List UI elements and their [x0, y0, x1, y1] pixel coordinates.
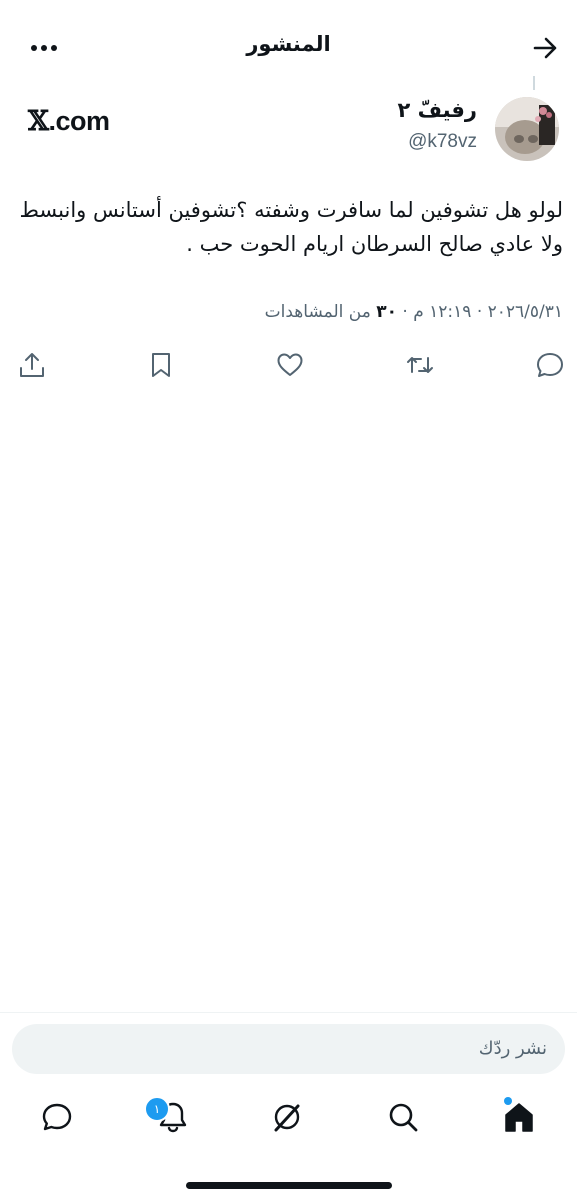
page-title: المنشور — [246, 32, 331, 56]
views-label[interactable]: من المشاهدات — [265, 302, 371, 322]
more-options-icon[interactable] — [26, 34, 62, 62]
thread-connector — [533, 76, 535, 90]
meta-separator: · — [402, 302, 408, 322]
search-icon[interactable] — [386, 1100, 422, 1136]
views-count: ٣٠ — [376, 302, 397, 322]
meta-separator: · — [476, 302, 483, 322]
composer-divider — [0, 1012, 577, 1013]
post-date: ٢٠٢٦/٥/٣١ — [487, 302, 563, 322]
post-meta: ٢٠٢٦/٥/٣١ · ١٢:١٩ م · ٣٠ من المشاهدات — [265, 302, 563, 322]
retweet-icon[interactable] — [405, 350, 435, 380]
reply-placeholder: نشر ردّك — [478, 1038, 547, 1059]
grok-icon[interactable] — [270, 1100, 306, 1136]
home-indicator[interactable] — [186, 1182, 392, 1189]
share-icon[interactable] — [17, 350, 47, 380]
like-icon[interactable] — [275, 350, 305, 380]
home-icon[interactable] — [502, 1100, 538, 1136]
messages-icon[interactable] — [40, 1100, 76, 1136]
bookmark-icon[interactable] — [146, 350, 176, 380]
x-com-watermark: 𝕏.com — [28, 106, 110, 137]
author-handle[interactable]: @k78vz — [408, 131, 477, 153]
home-unread-dot — [504, 1097, 512, 1105]
post-text: لولو هل تشوفين لما سافرت وشفته ؟تشوفين أ… — [19, 198, 564, 256]
x-com-text: .com — [48, 106, 110, 136]
back-arrow-icon[interactable] — [531, 34, 559, 62]
avatar[interactable] — [495, 97, 559, 161]
notification-badge: ١ — [144, 1096, 170, 1122]
post-time: ١٢:١٩ م — [413, 302, 472, 322]
reply-input[interactable]: نشر ردّك — [12, 1024, 565, 1074]
x-logo-glyph: 𝕏 — [28, 106, 49, 137]
author-display-name[interactable]: رفيفّ ٢ — [397, 98, 477, 122]
reply-icon[interactable] — [535, 350, 565, 380]
